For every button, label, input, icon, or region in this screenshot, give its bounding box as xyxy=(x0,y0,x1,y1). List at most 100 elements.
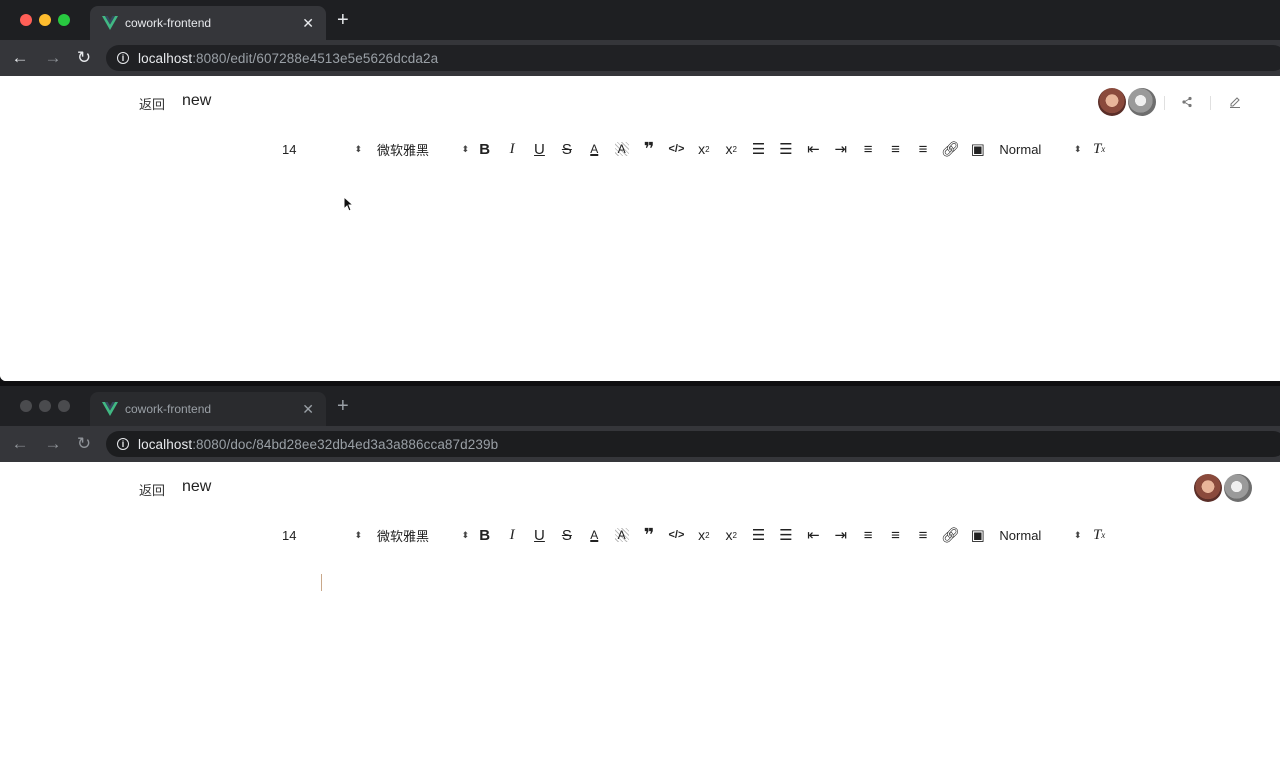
font-size-value: 14 xyxy=(282,141,297,157)
back-link[interactable]: 返回 xyxy=(139,480,165,499)
bold-icon[interactable]: B xyxy=(471,138,498,160)
maximize-window-button[interactable] xyxy=(58,400,70,412)
superscript-icon[interactable]: x2 xyxy=(718,524,745,546)
close-window-button[interactable] xyxy=(20,400,32,412)
tab-strip: cowork-frontend ✕ + xyxy=(0,0,1280,40)
link-icon[interactable]: 🔗︎ xyxy=(937,524,964,546)
new-tab-button[interactable]: + xyxy=(337,396,349,416)
minimize-window-button[interactable] xyxy=(39,400,51,412)
address-bar[interactable]: i localhost:8080/edit/607288e4513e5e5626… xyxy=(106,45,1280,71)
page-content: 返回 new 14 ⬍ 微软雅黑 ⬍ B I U S A A ❞ </> x 2… xyxy=(0,462,1280,764)
superscript-icon[interactable]: x2 xyxy=(718,138,745,160)
indent-icon[interactable]: ⇥ xyxy=(827,138,854,160)
minimize-window-button[interactable] xyxy=(39,14,51,26)
outdent-icon[interactable]: ⇤ xyxy=(800,524,827,546)
share-icon[interactable] xyxy=(1181,96,1193,108)
tab-title: cowork-frontend xyxy=(125,16,212,30)
underline-icon[interactable]: U xyxy=(526,138,553,160)
browser-window-viewer: cowork-frontend ✕ + ← → ↻ i localhost:80… xyxy=(0,382,1280,764)
format-buttons: B I U S A A ❞ </> x2 x2 ☰ ☰ ⇤ ⇥ ≡ ≡ ≡ 🔗︎… xyxy=(471,524,991,546)
divider xyxy=(1210,96,1211,110)
divider xyxy=(1164,96,1165,110)
code-icon[interactable]: </> xyxy=(663,524,690,546)
reload-icon[interactable]: ↻ xyxy=(74,434,94,454)
forward-arrow-icon[interactable]: → xyxy=(43,48,63,68)
font-family-picker[interactable]: 微软雅黑 ⬍ xyxy=(377,526,469,545)
browser-window-editor: cowork-frontend ✕ + ← → ↻ i localhost:80… xyxy=(0,0,1280,381)
info-icon[interactable]: i xyxy=(117,438,129,450)
window-controls xyxy=(20,14,70,26)
bold-icon[interactable]: B xyxy=(471,524,498,546)
image-icon[interactable]: ▣ xyxy=(964,138,991,160)
collaborator-avatars xyxy=(1098,88,1156,116)
align-right-icon[interactable]: ≡ xyxy=(909,138,936,160)
edit-icon[interactable] xyxy=(1229,95,1241,108)
tab-close-icon[interactable]: ✕ xyxy=(302,15,314,32)
text-color-icon[interactable]: A xyxy=(581,524,608,546)
outdent-icon[interactable]: ⇤ xyxy=(800,138,827,160)
header-picker[interactable]: Normal ⬍ xyxy=(999,528,1081,543)
font-family-value: 微软雅黑 xyxy=(377,142,430,158)
chevron-updown-icon: ⬍ xyxy=(1073,143,1082,154)
avatar[interactable] xyxy=(1224,474,1252,502)
clear-format-icon[interactable]: Tx xyxy=(1085,524,1112,546)
link-icon[interactable]: 🔗︎ xyxy=(937,138,964,160)
close-window-button[interactable] xyxy=(20,14,32,26)
bullet-list-icon[interactable]: ☰ xyxy=(772,138,799,160)
browser-tab[interactable]: cowork-frontend ✕ xyxy=(90,392,326,426)
maximize-window-button[interactable] xyxy=(58,14,70,26)
chevron-updown-icon: ⬍ xyxy=(354,143,362,154)
clear-format-icon[interactable]: Tx xyxy=(1085,138,1112,160)
text-color-icon[interactable]: A xyxy=(581,138,608,160)
align-center-icon[interactable]: ≡ xyxy=(882,138,909,160)
back-arrow-icon[interactable]: ← xyxy=(10,434,30,454)
indent-icon[interactable]: ⇥ xyxy=(827,524,854,546)
chevron-updown-icon: ⬍ xyxy=(461,529,469,540)
background-color-icon[interactable]: A xyxy=(607,138,636,160)
subscript-icon[interactable]: x2 xyxy=(690,138,717,160)
document-title[interactable]: new xyxy=(182,92,211,110)
align-center-icon[interactable]: ≡ xyxy=(882,524,909,546)
editor-toolbar: 14 ⬍ 微软雅黑 ⬍ B I U S A A ❞ </> x2 x2 ☰ ☰ … xyxy=(282,138,1113,160)
browser-tab[interactable]: cowork-frontend ✕ xyxy=(90,6,326,40)
ordered-list-icon[interactable]: ☰ xyxy=(745,138,772,160)
reload-icon[interactable]: ↻ xyxy=(74,48,94,68)
underline-icon[interactable]: U xyxy=(526,524,553,546)
chevron-updown-icon: ⬍ xyxy=(461,143,469,154)
font-size-picker[interactable]: 14 ⬍ xyxy=(282,528,362,543)
info-icon[interactable]: i xyxy=(117,52,129,64)
back-link[interactable]: 返回 xyxy=(139,94,165,113)
address-bar[interactable]: i localhost:8080/doc/84bd28ee32db4ed3a3a… xyxy=(106,431,1280,457)
tab-strip: cowork-frontend ✕ + xyxy=(0,386,1280,426)
bullet-list-icon[interactable]: ☰ xyxy=(772,524,799,546)
subscript-icon[interactable]: x2 xyxy=(690,524,717,546)
avatar[interactable] xyxy=(1194,474,1222,502)
font-family-value: 微软雅黑 xyxy=(377,528,430,544)
strike-icon[interactable]: S xyxy=(553,524,580,546)
align-left-icon[interactable]: ≡ xyxy=(854,138,881,160)
background-color-icon[interactable]: A xyxy=(607,524,636,546)
blockquote-icon[interactable]: ❞ xyxy=(635,138,662,160)
code-icon[interactable]: </> xyxy=(663,138,690,160)
back-arrow-icon[interactable]: ← xyxy=(10,48,30,68)
italic-icon[interactable]: I xyxy=(498,524,525,546)
mouse-pointer-icon xyxy=(343,196,353,212)
new-tab-button[interactable]: + xyxy=(337,10,349,30)
strike-icon[interactable]: S xyxy=(553,138,580,160)
ordered-list-icon[interactable]: ☰ xyxy=(745,524,772,546)
avatar[interactable] xyxy=(1128,88,1156,116)
header-value: Normal xyxy=(999,141,1042,157)
font-size-picker[interactable]: 14 ⬍ xyxy=(282,142,362,157)
font-family-picker[interactable]: 微软雅黑 ⬍ xyxy=(377,140,469,159)
italic-icon[interactable]: I xyxy=(498,138,525,160)
image-icon[interactable]: ▣ xyxy=(964,524,991,546)
align-left-icon[interactable]: ≡ xyxy=(854,524,881,546)
tab-close-icon[interactable]: ✕ xyxy=(302,401,314,418)
header-picker[interactable]: Normal ⬍ xyxy=(999,142,1081,157)
document-title[interactable]: new xyxy=(182,478,211,496)
vue-logo-icon xyxy=(102,402,118,416)
forward-arrow-icon[interactable]: → xyxy=(43,434,63,454)
blockquote-icon[interactable]: ❞ xyxy=(635,524,662,546)
align-right-icon[interactable]: ≡ xyxy=(909,524,936,546)
avatar[interactable] xyxy=(1098,88,1126,116)
